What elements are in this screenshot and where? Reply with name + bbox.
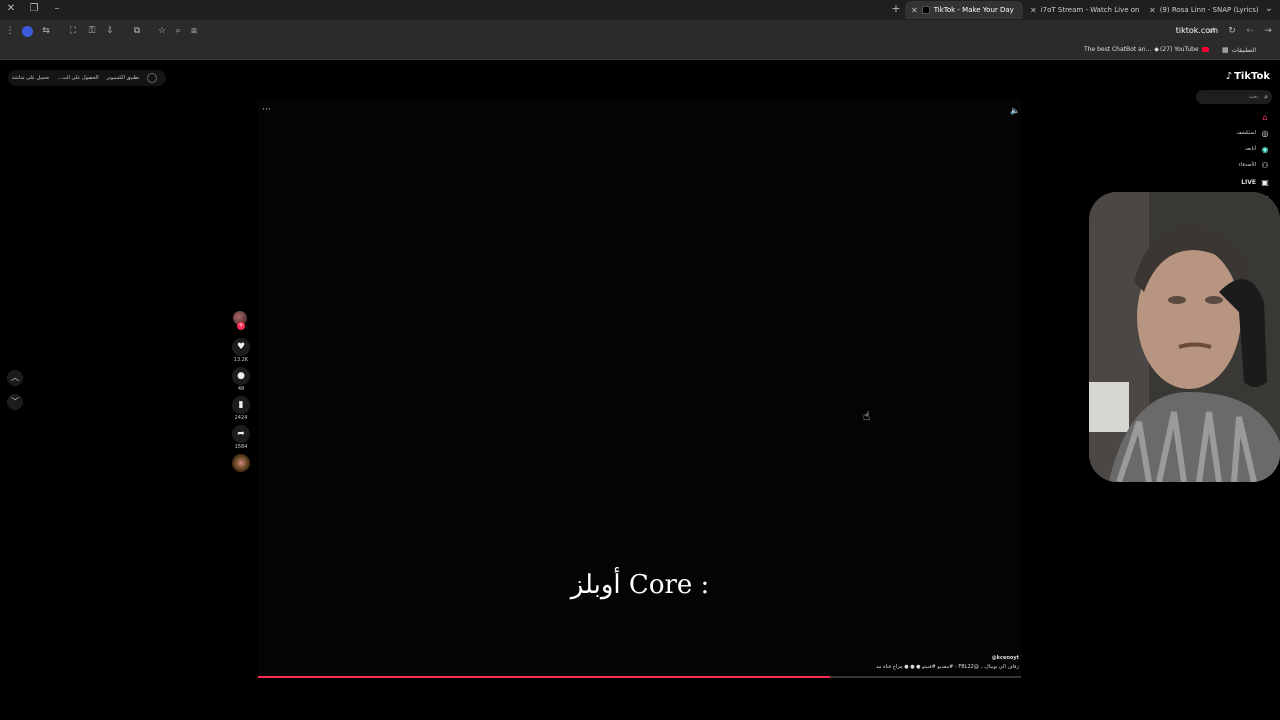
banner-item-get-app[interactable]: الحصول على الت... (57, 75, 98, 81)
follow-plus-icon[interactable]: + (237, 322, 245, 330)
home-icon: ⌂ (1262, 112, 1268, 122)
menu-icon[interactable]: ⋮ (4, 25, 16, 37)
previous-video-button[interactable]: ︿ (7, 370, 23, 386)
nav-live[interactable]: LIVE ▣ (1241, 177, 1270, 187)
tiktok-note-icon: ♪ (1225, 71, 1233, 82)
profile-avatar[interactable] (22, 26, 33, 37)
banner-item-desktop-app[interactable]: تطبيق الكمبيوتر (107, 75, 140, 81)
tab-title: i7oT Stream - Watch Live on Ki (1040, 6, 1142, 14)
bookmark-youtube[interactable]: (27) YouTube (1160, 46, 1209, 53)
comment-icon: ● (237, 371, 245, 381)
save-button[interactable]: ▮ (232, 396, 250, 414)
heart-icon: ♥ (236, 342, 246, 352)
banner-close-icon[interactable] (147, 73, 158, 83)
bookmark-apps[interactable]: ▦ التطبيقات (1222, 46, 1256, 54)
extensions-puzzle-icon[interactable]: ⧉ (131, 25, 143, 37)
search-placeholder: بحث (1248, 94, 1259, 100)
tab-kick-stream[interactable]: ✕ i7oT Stream - Watch Live on Ki (1024, 1, 1142, 19)
nav-explore[interactable]: استكشف ◎ (1237, 128, 1271, 138)
nav-label: LIVE (1241, 178, 1256, 186)
video-caption-overlay: أوبلز Core : (570, 570, 710, 600)
close-window-icon[interactable]: ✕ (4, 3, 18, 14)
volume-icon[interactable]: 🔈 (1010, 106, 1020, 115)
new-tab-button[interactable]: + (889, 2, 903, 15)
hand-cursor-icon: ☝ (863, 409, 871, 423)
tiktok-favicon-icon (921, 6, 930, 14)
tab-search-icon[interactable]: ⌄ (1262, 3, 1276, 14)
minimize-window-icon[interactable]: – (50, 3, 64, 14)
tab-youtube-video[interactable]: ✕ (9) Rosa Linn - SNAP (Lyrics) - Y (1143, 1, 1261, 19)
close-tab-icon[interactable]: ✕ (1030, 6, 1037, 15)
video-progress-bar[interactable] (258, 676, 1021, 678)
share-arrow-icon: ➦ (237, 429, 245, 439)
bookmarks-bar: The best ChatBot an... ◆ (27) YouTube ▦ … (0, 42, 1280, 60)
extension-icon[interactable]: ⇆ (40, 25, 52, 37)
download-banner-items: تطبيق الكمبيوتر الحصول على الت... تحميل … (12, 71, 158, 85)
tab-strip: ✕ ❐ – ⌄ + ✕ TikTok - Make Your Day ✕ i7o… (0, 0, 1280, 20)
tab-title: (9) Rosa Linn - SNAP (Lyrics) - Y (1159, 6, 1261, 14)
video-progress-fill (258, 676, 831, 678)
tab-tiktok[interactable]: ✕ TikTok - Make Your Day (905, 1, 1023, 19)
music-disc-icon[interactable] (232, 454, 250, 472)
webcam-overlay (1089, 192, 1280, 482)
tab-title: TikTok - Make Your Day (933, 6, 1014, 14)
forward-icon[interactable]: → (1262, 25, 1274, 37)
download-icon[interactable]: ⇩ (104, 25, 116, 37)
compass-icon: ◎ (1261, 128, 1269, 138)
bookmark-star-icon[interactable]: ☆ (156, 25, 168, 37)
like-button[interactable]: ♥ (232, 338, 250, 356)
nav-label: استكشف (1236, 130, 1257, 136)
apps-grid-icon: ▦ (1222, 46, 1229, 54)
bookmark-chatbot[interactable]: The best ChatBot an... ◆ (1084, 46, 1159, 53)
chevron-up-icon: ︿ (11, 373, 19, 382)
share-button[interactable]: ➦ (232, 425, 250, 443)
chevron-down-icon: ﹀ (11, 397, 19, 406)
streamer-webcam-image (1089, 192, 1280, 482)
bookmark-label: The best ChatBot an... (1084, 46, 1152, 53)
zoom-icon[interactable]: ⌕ (172, 25, 184, 37)
following-icon: ◉ (1261, 144, 1269, 154)
install-app-icon[interactable]: ⧈ (188, 25, 200, 37)
share-count: 1584 (234, 444, 248, 450)
reload-icon[interactable]: ↻ (1226, 25, 1238, 37)
translate-icon[interactable]: ⛶ (67, 25, 79, 37)
close-tab-icon[interactable]: ✕ (911, 6, 918, 15)
live-tv-icon: ▣ (1261, 177, 1269, 187)
bookmark-icon: ▮ (238, 400, 244, 410)
video-description: زفاف الي بوبيال... @FBL22 - #مقدبو #فنيت… (876, 664, 1019, 670)
next-video-button[interactable]: ﹀ (7, 394, 23, 410)
banner-item-install[interactable]: تحميل على شاشة (12, 75, 49, 81)
nav-friends[interactable]: الأصدقاء ⚇ (1239, 160, 1270, 170)
browser-toolbar: ⋮ ⇆ ⛶ ⚿ ⇩ ⧉ ☆ ⌕ ⧈ tiktok.com ⇌ ↻ ← → (0, 20, 1280, 42)
back-icon[interactable]: ← (1244, 25, 1256, 37)
password-key-icon[interactable]: ⚿ (86, 25, 98, 37)
close-tab-icon[interactable]: ✕ (1149, 6, 1156, 15)
comment-button[interactable]: ● (232, 367, 250, 385)
logo-text: TikTok (1234, 71, 1270, 82)
chatbot-icon: ◆ (1154, 46, 1159, 53)
more-options-icon[interactable]: ··· (262, 105, 271, 115)
restore-window-icon[interactable]: ❐ (27, 3, 41, 14)
friends-icon: ⚇ (1261, 160, 1269, 170)
like-count: 13.2K (233, 357, 249, 363)
save-count: 2424 (234, 415, 248, 421)
tiktok-logo[interactable]: ♪ TikTok (1226, 71, 1270, 82)
bookmark-label: (27) YouTube (1160, 46, 1199, 53)
site-settings-icon[interactable]: ⇌ (1206, 25, 1218, 37)
bookmark-label: التطبيقات (1231, 46, 1256, 54)
nav-following[interactable]: أتابعه ◉ (1245, 144, 1270, 154)
nav-label: أتابعه (1245, 146, 1256, 152)
search-icon[interactable]: ⌕ (1264, 93, 1268, 102)
nav-for-you[interactable]: ⌂ (1256, 112, 1270, 122)
youtube-icon (1201, 47, 1209, 52)
search-input[interactable]: بحث ⌕ (1196, 90, 1272, 104)
video-username[interactable]: @kcenoyt (992, 655, 1019, 661)
screen: { "browser": { "tabs": [ {"title": "TikT… (0, 0, 1280, 720)
comment-count: 48 (237, 386, 245, 392)
nav-label: الأصدقاء (1238, 162, 1256, 168)
